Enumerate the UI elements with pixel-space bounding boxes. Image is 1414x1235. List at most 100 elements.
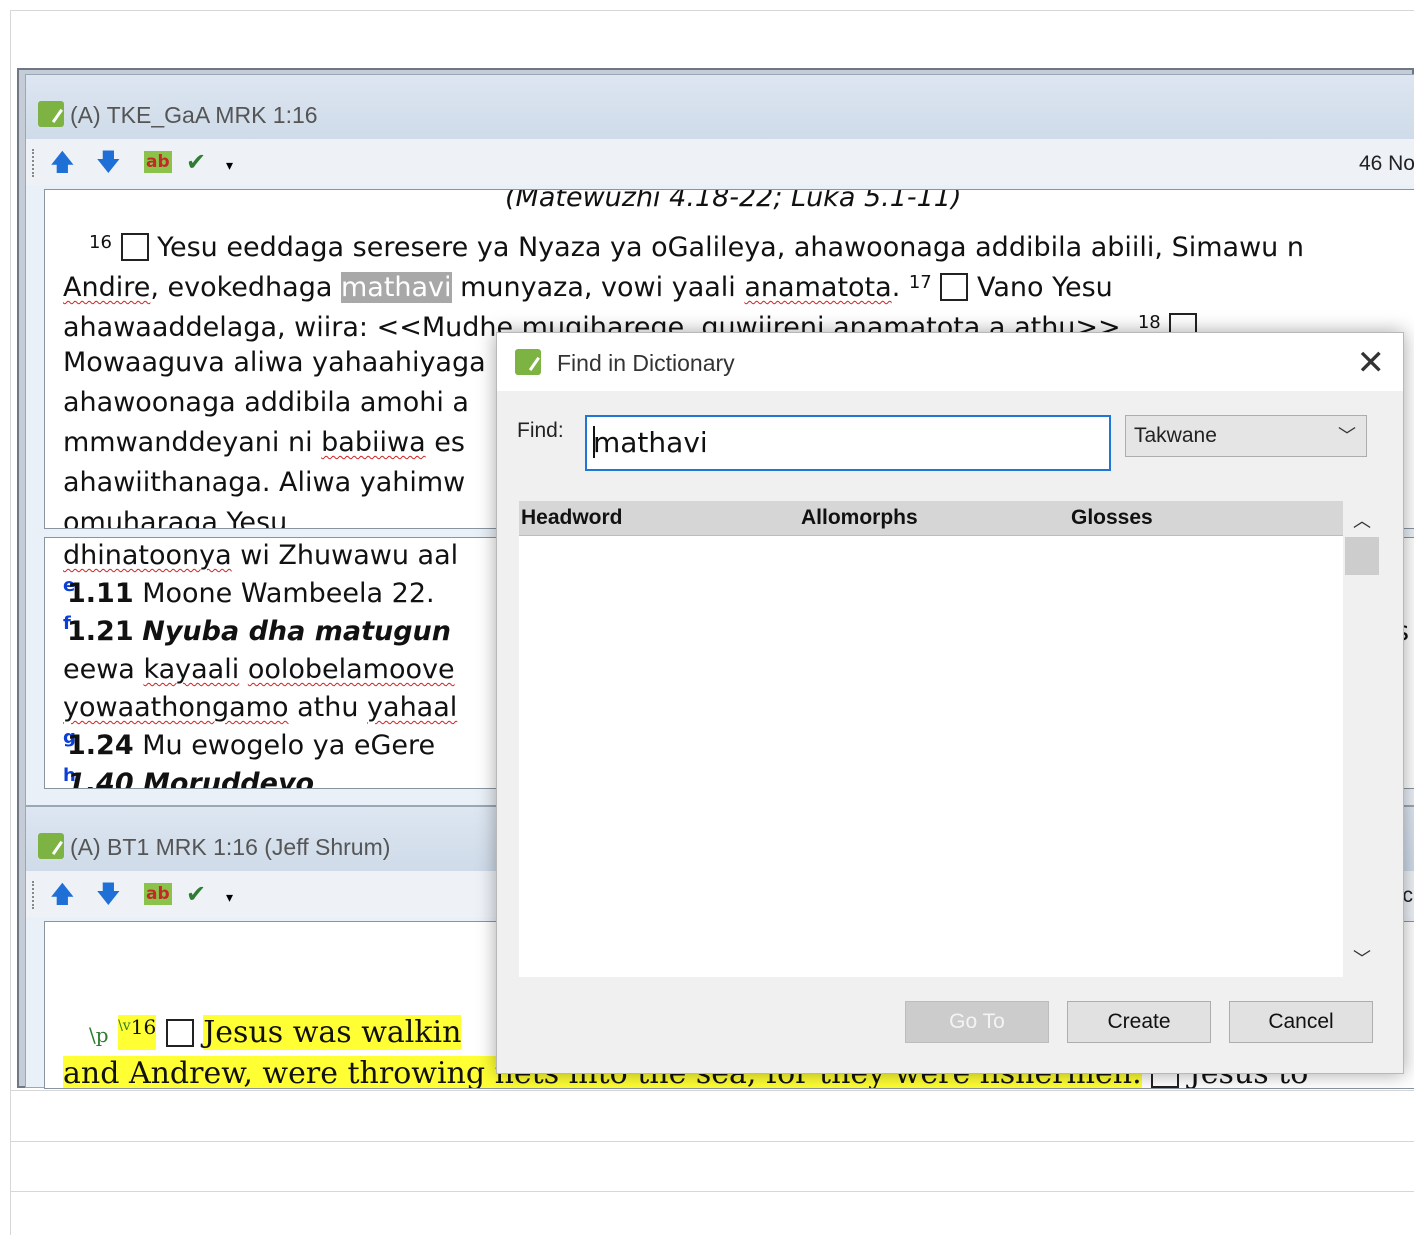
check-icon[interactable]: ✔ bbox=[186, 881, 206, 907]
text-span: oolobelamoove bbox=[247, 654, 455, 685]
text-span: anamatota bbox=[744, 272, 892, 303]
divider-line bbox=[10, 1090, 1414, 1091]
text-span: Mu ewogelo ya eGere bbox=[133, 730, 436, 761]
text-line: 16 Yesu eeddaga seresere ya Nyaza ya oGa… bbox=[89, 223, 1304, 268]
scrollbar-thumb[interactable] bbox=[1345, 537, 1379, 575]
text-span: munyaza, vowi yaali bbox=[451, 272, 745, 303]
create-button[interactable]: Create bbox=[1067, 1001, 1211, 1043]
spell-check-icon[interactable]: ab bbox=[144, 883, 172, 905]
text-span: babiiwa bbox=[321, 427, 426, 458]
verse-box[interactable] bbox=[165, 1019, 194, 1047]
verse-number: 16 bbox=[130, 1015, 157, 1039]
selected-word[interactable]: mathavi bbox=[340, 272, 452, 303]
window-title: (A) BT1 MRK 1:16 (Jeff Shrum) bbox=[70, 834, 391, 860]
outer-border-top bbox=[10, 10, 1414, 11]
window-title: (A) TKE_GaA MRK 1:16 bbox=[70, 102, 318, 128]
usfm-marker: \v bbox=[118, 1018, 131, 1034]
text-span: Jesus was walkin bbox=[203, 1015, 462, 1050]
toolbar-status: c bbox=[1402, 884, 1414, 907]
note-line: 1.40 Moruddeyo bbox=[67, 768, 315, 789]
chevron-down-icon: ﹀ bbox=[1338, 426, 1356, 446]
goto-button[interactable]: Go To bbox=[905, 1001, 1049, 1043]
text-span: athu bbox=[288, 692, 368, 723]
note-line: eewa kayaali oolobelamoove bbox=[63, 650, 455, 690]
text-line: ahawoonaga addibila amohi a bbox=[63, 387, 469, 418]
scroll-up-icon[interactable]: ︿ bbox=[1343, 507, 1381, 533]
arrow-down-icon[interactable]: 🡇 bbox=[96, 149, 121, 175]
column-header-allomorphs[interactable]: Allomorphs bbox=[801, 501, 918, 535]
text-line: Mowaaguva aliwa yahaahiyaga bbox=[63, 347, 486, 378]
entries-list[interactable]: Headword Allomorphs Glosses bbox=[519, 501, 1343, 977]
note-reference: 1.11 bbox=[67, 578, 134, 609]
note-line: dhinatoonya wi Zhuwawu aal bbox=[63, 538, 459, 576]
dropdown-arrow-icon[interactable]: ▾ bbox=[226, 153, 233, 179]
note-line: 1.24 Mu ewogelo ya eGere bbox=[67, 726, 435, 766]
list-header: Headword Allomorphs Glosses bbox=[519, 501, 1343, 536]
section-reference: (Matewuzhi 4.18-22; Luka 5.1-11) bbox=[505, 189, 962, 213]
verse-number: 18 bbox=[1137, 312, 1161, 333]
arrow-down-icon[interactable]: 🡇 bbox=[96, 881, 121, 907]
text-span: wi Zhuwawu aal bbox=[231, 540, 459, 571]
text-span: Moone Wambeela 22. bbox=[133, 578, 435, 609]
verse-number: 17 bbox=[908, 272, 932, 293]
text-line: Andire, evokedhaga mathavi munyaza, vowi… bbox=[63, 263, 1113, 308]
arrow-up-icon[interactable]: 🡅 bbox=[50, 149, 75, 175]
usfm-marker: \p bbox=[89, 1023, 109, 1047]
text-span: Andire bbox=[63, 272, 151, 303]
paratext-leaf-icon bbox=[38, 101, 64, 127]
note-line: 1.21 Nyuba dha matugun bbox=[67, 612, 451, 652]
paratext-leaf-icon bbox=[38, 833, 64, 859]
language-select[interactable]: Takwane ﹀ bbox=[1125, 415, 1367, 457]
text-span: , evokedhaga bbox=[150, 272, 341, 303]
text-span: . bbox=[891, 272, 909, 303]
verse-number: 16 bbox=[89, 232, 112, 253]
verse-box[interactable] bbox=[120, 233, 149, 261]
text-line: omuharaga Yesu bbox=[63, 507, 288, 529]
text-span: eewa bbox=[63, 654, 144, 685]
find-input[interactable]: mathavi bbox=[585, 415, 1111, 471]
check-icon[interactable]: ✔ bbox=[186, 149, 206, 175]
toolbar-grip[interactable] bbox=[32, 149, 37, 177]
list-scrollbar[interactable]: ︿ ﹀ bbox=[1343, 501, 1381, 977]
text-span: yowaathongamo bbox=[63, 692, 289, 723]
text-span: Nyuba dha matugun bbox=[142, 616, 452, 647]
divider-line bbox=[10, 1141, 1414, 1142]
toolbar-grip[interactable] bbox=[32, 881, 37, 909]
text-line: mmwanddeyani ni babiiwa es bbox=[63, 423, 465, 463]
column-header-headword[interactable]: Headword bbox=[521, 501, 623, 535]
toolbar-status: 46 No bbox=[1358, 152, 1414, 175]
text-line: \p \v16 Jesus was walkin bbox=[89, 1006, 462, 1055]
cancel-button[interactable]: Cancel bbox=[1229, 1001, 1373, 1043]
text-line: ahawiithanaga. Aliwa yahimw bbox=[63, 467, 466, 498]
window-toolbar: 🡅 🡇 ab ✔ ▾ 46 No bbox=[26, 139, 1414, 185]
close-icon[interactable]: ✕ bbox=[1357, 343, 1386, 383]
text-span: Yesu eeddaga seresere ya Nyaza ya oGalil… bbox=[157, 232, 1304, 263]
text-span: Vano Yesu bbox=[968, 272, 1113, 303]
language-select-value: Takwane bbox=[1134, 424, 1217, 447]
window-titlebar[interactable]: (A) TKE_GaA MRK 1:16 bbox=[26, 75, 1414, 139]
column-header-glosses[interactable]: Glosses bbox=[1071, 501, 1153, 535]
arrow-up-icon[interactable]: 🡅 bbox=[50, 881, 75, 907]
text-span: mmwanddeyani ni bbox=[63, 427, 322, 458]
note-reference: 1.24 bbox=[67, 730, 134, 761]
paratext-leaf-icon bbox=[515, 349, 541, 375]
text-span: dhinatoonya bbox=[63, 540, 232, 571]
verse-box[interactable] bbox=[940, 273, 969, 301]
divider-line bbox=[10, 1191, 1414, 1192]
text-span: es bbox=[425, 427, 465, 458]
dialog-titlebar[interactable]: Find in Dictionary ✕ bbox=[497, 333, 1403, 391]
dialog-title: Find in Dictionary bbox=[557, 350, 735, 376]
find-label: Find: bbox=[517, 419, 564, 442]
text-span bbox=[239, 654, 248, 685]
text-span: kayaali bbox=[143, 654, 240, 685]
dropdown-arrow-icon[interactable]: ▾ bbox=[226, 885, 233, 911]
note-reference: 1.21 bbox=[67, 616, 134, 647]
scroll-down-icon[interactable]: ﹀ bbox=[1343, 945, 1381, 971]
note-line: 1.11 Moone Wambeela 22. bbox=[67, 574, 435, 614]
note-line: yowaathongamo athu yahaal bbox=[63, 688, 457, 728]
outer-border-left bbox=[10, 10, 11, 1235]
find-in-dictionary-dialog: Find in Dictionary ✕ Find: mathavi Takwa… bbox=[496, 332, 1404, 1074]
find-input-value: mathavi bbox=[593, 426, 708, 459]
text-span: yahaal bbox=[367, 692, 458, 723]
spell-check-icon[interactable]: ab bbox=[144, 151, 172, 173]
